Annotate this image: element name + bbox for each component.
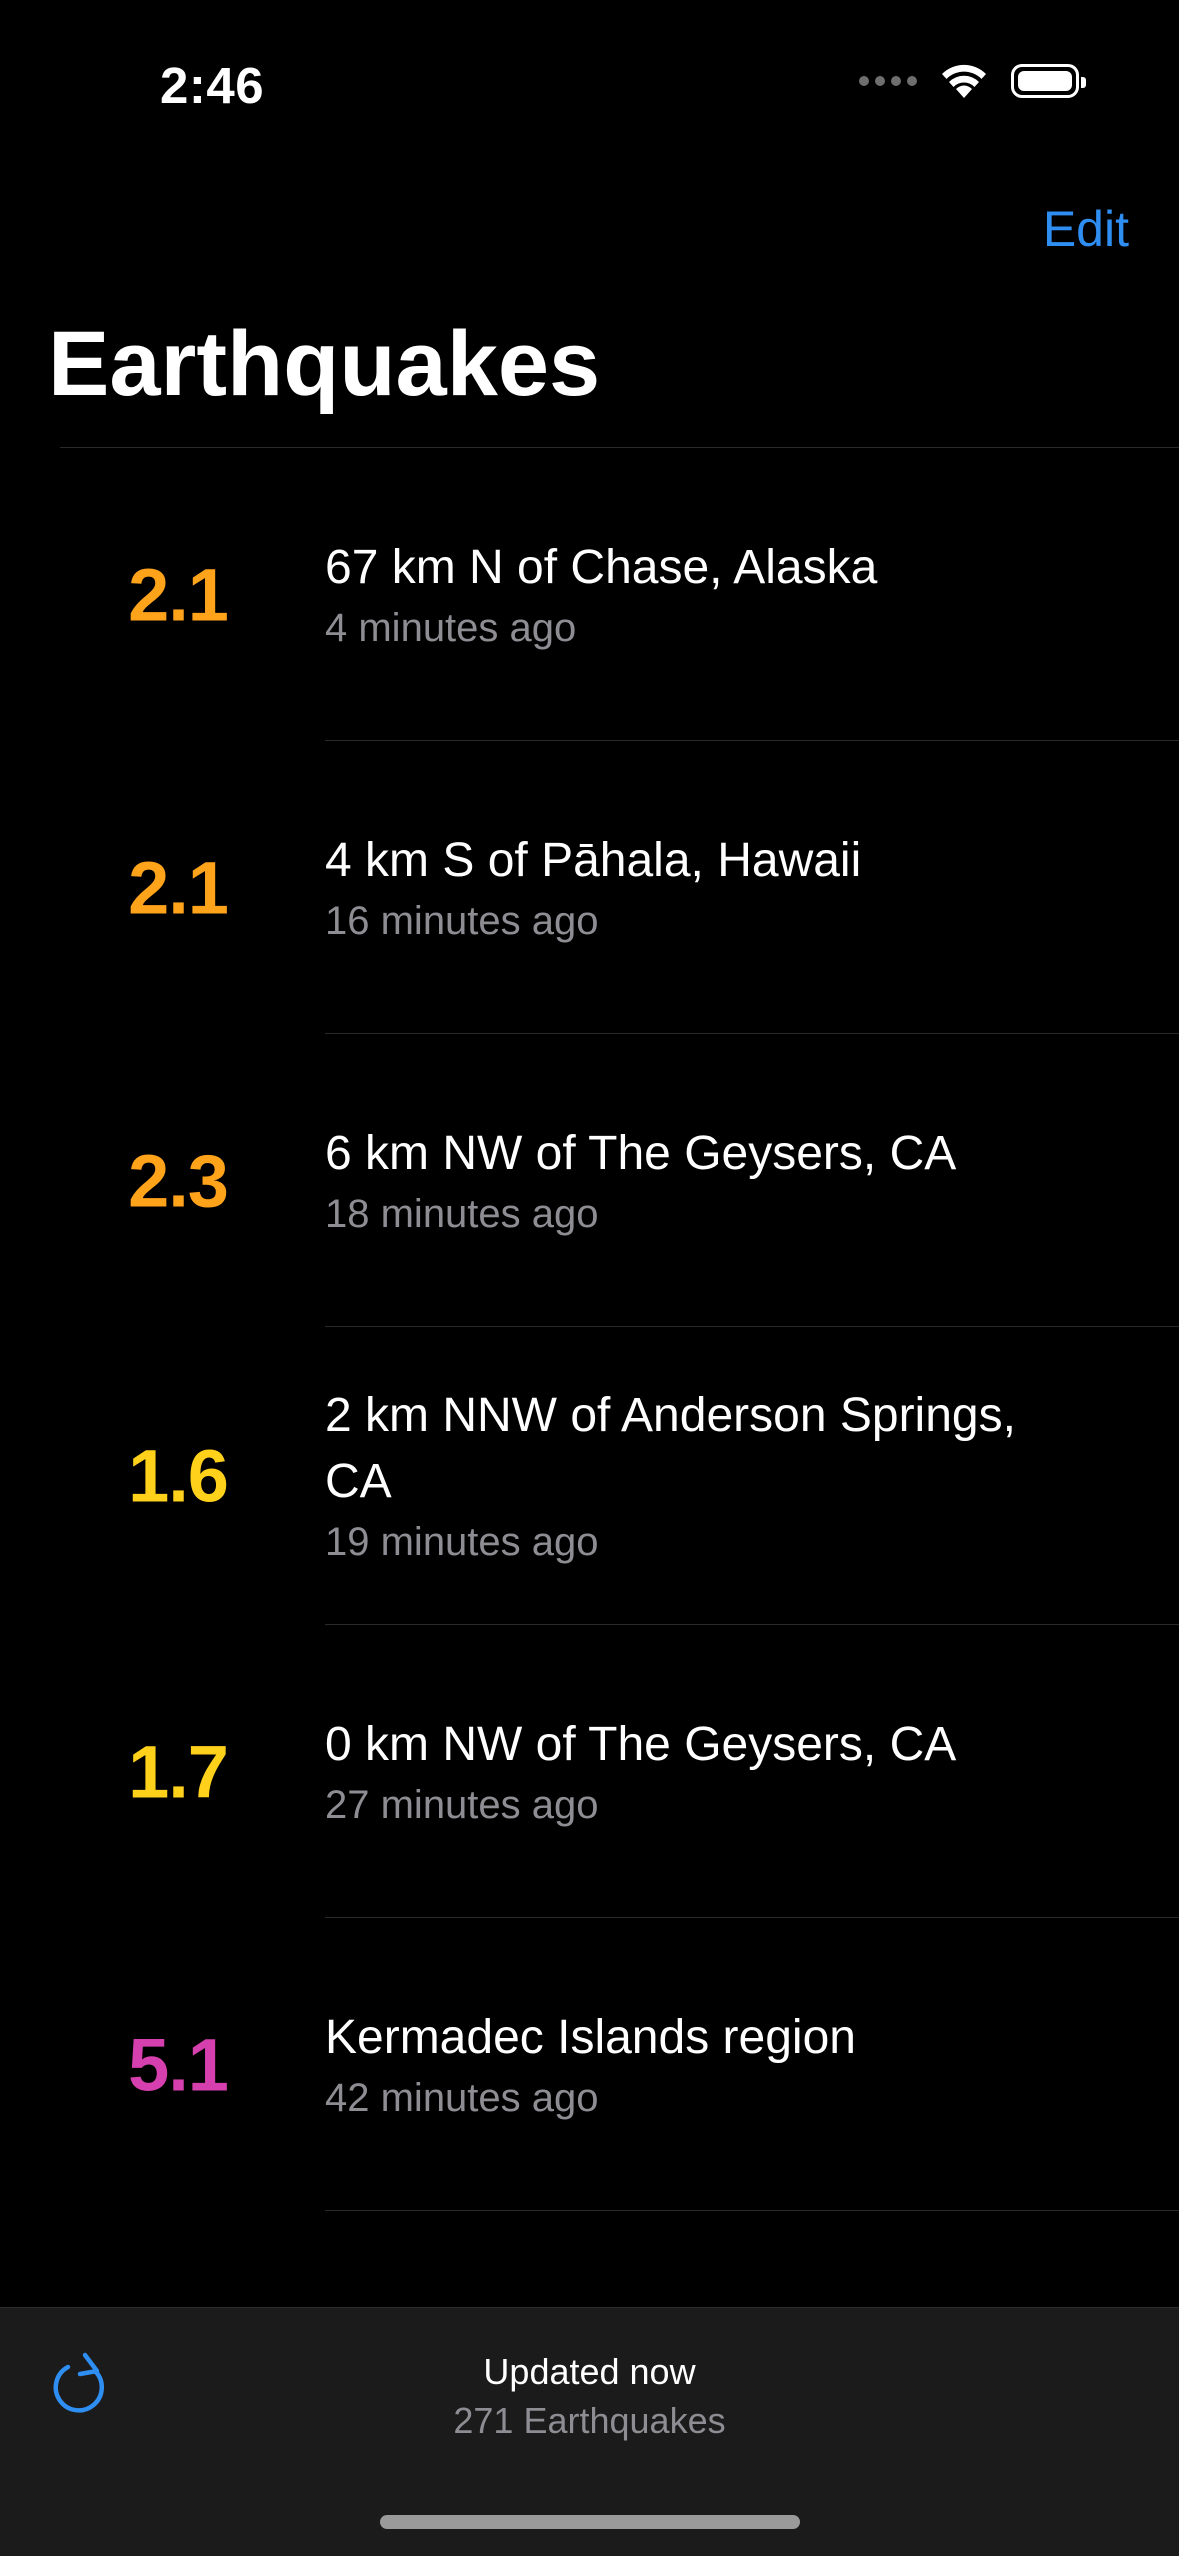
- edit-button[interactable]: Edit: [1043, 200, 1129, 258]
- page-title: Earthquakes: [48, 313, 601, 415]
- earthquake-info: 0 km NW of The Geysers, CA 27 minutes ag…: [325, 1712, 1029, 1832]
- time-label: 42 minutes ago: [325, 2075, 599, 2120]
- location-label: Kermadec Islands region: [325, 2010, 856, 2064]
- earthquake-info: 67 km N of Chase, Alaska 4 minutes ago: [325, 535, 1029, 655]
- status-icons: [859, 62, 1086, 100]
- earthquake-row[interactable]: 2.1 67 km N of Chase, Alaska 4 minutes a…: [0, 448, 1179, 741]
- magnitude-label: 1.6: [128, 1434, 229, 1518]
- cellular-signal-icon: [859, 76, 917, 86]
- home-indicator: [380, 2515, 800, 2529]
- updated-label: Updated now: [483, 2351, 696, 2392]
- magnitude-label: 2.1: [128, 846, 229, 929]
- magnitude-label: 1.7: [128, 1730, 229, 1813]
- row-divider: [325, 2210, 1179, 2211]
- location-label: 6 km NW of The Geysers, CA: [325, 1126, 957, 1180]
- earthquake-row[interactable]: 1.6 2 km NNW of Anderson Springs, CA 19 …: [0, 1327, 1179, 1625]
- earthquake-row[interactable]: 5.1 Kermadec Islands region 42 minutes a…: [0, 1918, 1179, 2211]
- time-label: 19 minutes ago: [325, 1520, 599, 1564]
- earthquake-row[interactable]: 1.7 0 km NW of The Geysers, CA 27 minute…: [0, 1625, 1179, 1918]
- time-label: 4 minutes ago: [325, 605, 577, 650]
- time-label: 16 minutes ago: [325, 898, 599, 943]
- earthquake-row[interactable]: 2.3 6 km NW of The Geysers, CA 18 minute…: [0, 1034, 1179, 1327]
- status-time: 2:46: [160, 57, 265, 114]
- battery-icon: [1011, 64, 1086, 98]
- location-label: 0 km NW of The Geysers, CA: [325, 1717, 957, 1771]
- earthquake-info: 6 km NW of The Geysers, CA 18 minutes ag…: [325, 1121, 1029, 1241]
- time-label: 18 minutes ago: [325, 1191, 599, 1236]
- earthquake-info: 4 km S of Pāhala, Hawaii 16 minutes ago: [325, 828, 1029, 948]
- magnitude-label: 2.3: [128, 1139, 229, 1222]
- magnitude-label: 5.1: [128, 2023, 229, 2106]
- earthquake-row[interactable]: 2.1 4 km S of Pāhala, Hawaii 16 minutes …: [0, 741, 1179, 1034]
- earthquake-count-label: 271 Earthquakes: [453, 2400, 726, 2441]
- location-label: 67 km N of Chase, Alaska: [325, 540, 878, 594]
- wifi-icon: [942, 64, 986, 98]
- earthquake-info: Kermadec Islands region 42 minutes ago: [325, 2005, 1029, 2125]
- location-label: 4 km S of Pāhala, Hawaii: [325, 833, 862, 887]
- earthquake-list: 2.1 67 km N of Chase, Alaska 4 minutes a…: [0, 448, 1179, 2211]
- earthquake-info: 2 km NNW of Anderson Springs, CA 19 minu…: [325, 1383, 1029, 1569]
- time-label: 27 minutes ago: [325, 1782, 599, 1827]
- status-bar: 2:46: [0, 0, 1179, 160]
- update-status: Updated now 271 Earthquakes: [0, 2348, 1179, 2446]
- location-label: 2 km NNW of Anderson Springs, CA: [325, 1389, 1016, 1508]
- magnitude-label: 2.1: [128, 553, 229, 636]
